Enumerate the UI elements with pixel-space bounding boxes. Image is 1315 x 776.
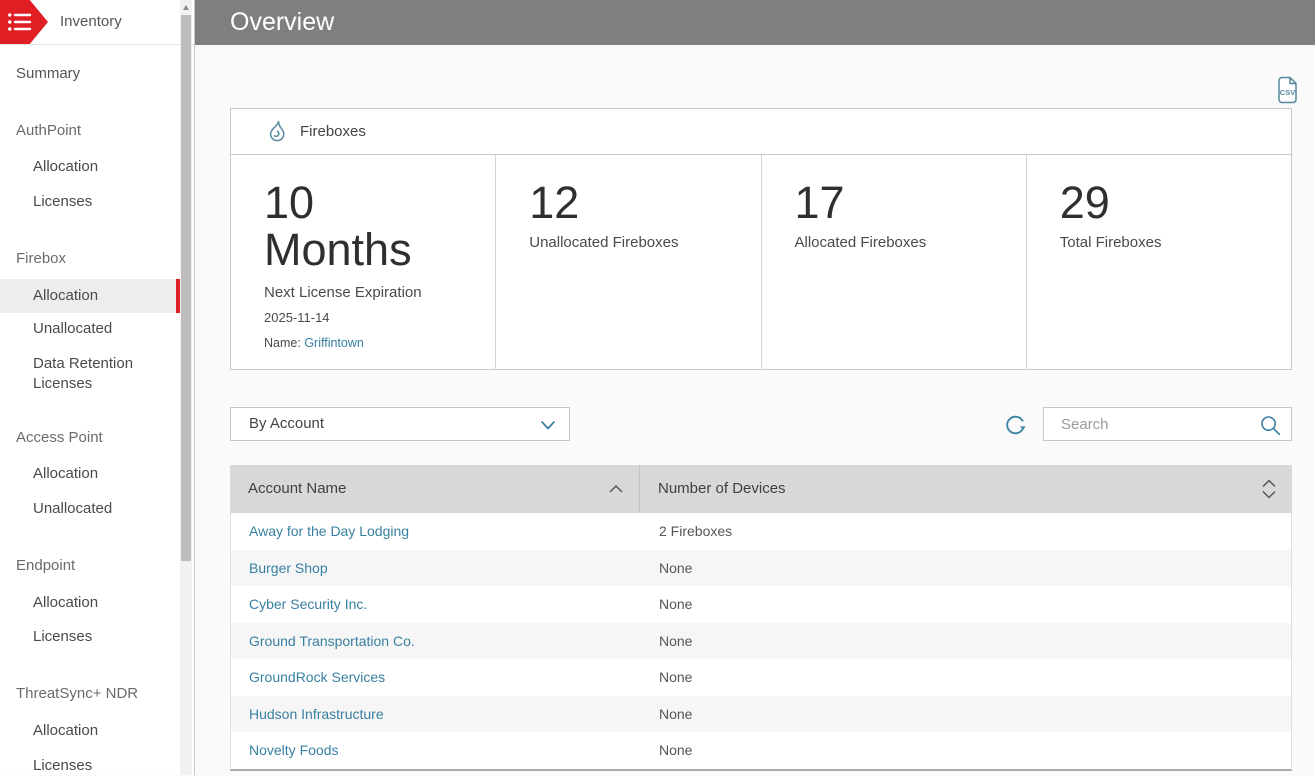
firebox-flame-icon bbox=[269, 120, 285, 142]
stat-label: Allocated Fireboxes bbox=[794, 234, 927, 252]
table-row: Ground Transportation Co. None bbox=[231, 622, 1291, 659]
account-link[interactable]: Novelty Foods bbox=[249, 742, 338, 758]
sidebar-item-firebox-allocation[interactable]: Allocation bbox=[0, 279, 181, 313]
sidebar-item-authpoint-allocation[interactable]: Allocation bbox=[0, 157, 181, 177]
column-header-account-name[interactable]: Account Name bbox=[230, 465, 640, 513]
table-body: Away for the Day Lodging 2 Fireboxes Bur… bbox=[230, 513, 1292, 771]
chevron-down-icon bbox=[541, 421, 555, 430]
sidebar-item-access-point-unallocated[interactable]: Unallocated bbox=[0, 499, 181, 519]
expiration-label: Next License Expiration bbox=[264, 283, 422, 301]
sidebar-section-access-point: Access Point bbox=[16, 429, 103, 446]
stat-next-license-expiration: 10 Months Next License Expiration 2025-1… bbox=[231, 155, 495, 370]
account-link[interactable]: Hudson Infrastructure bbox=[249, 706, 384, 722]
sidebar-section-authpoint: AuthPoint bbox=[16, 122, 82, 139]
stat-value: 12 bbox=[529, 177, 580, 228]
sidebar-section-endpoint: Endpoint bbox=[16, 557, 76, 574]
sidebar-section-threatsync-ndr: ThreatSync+ NDR bbox=[16, 685, 139, 702]
fireboxes-stats: 10 Months Next License Expiration 2025-1… bbox=[231, 155, 1291, 370]
table-row: Cyber Security Inc. None bbox=[231, 586, 1291, 623]
expiration-date: 2025-11-14 bbox=[264, 309, 330, 325]
sidebar: Inventory Summary AuthPoint Allocation L… bbox=[0, 0, 195, 775]
expiration-device-name: Name: Griffintown bbox=[264, 336, 485, 350]
name-label: Name: bbox=[264, 335, 301, 350]
sort-toggle-icon[interactable] bbox=[1262, 479, 1276, 499]
sidebar-section-firebox: Firebox bbox=[16, 250, 67, 267]
table-row: Away for the Day Lodging 2 Fireboxes bbox=[231, 513, 1291, 550]
sidebar-header: Inventory bbox=[0, 0, 194, 45]
table-row: Burger Shop None bbox=[231, 549, 1291, 586]
sidebar-item-firebox-data-retention-licenses[interactable]: Data Retention Licenses bbox=[0, 354, 160, 394]
refresh-button[interactable] bbox=[1003, 412, 1029, 438]
group-by-dropdown[interactable]: By Account bbox=[230, 407, 570, 441]
sidebar-item-threatsync-licenses[interactable]: Licenses bbox=[0, 756, 181, 776]
csv-file-icon: CSV bbox=[1278, 76, 1297, 104]
page-title: Overview bbox=[230, 8, 335, 36]
column-label: Account Name bbox=[248, 480, 347, 497]
table-row: Hudson Infrastructure None bbox=[231, 695, 1291, 732]
column-label: Number of Devices bbox=[658, 480, 786, 497]
device-count: 2 Fireboxes bbox=[659, 523, 733, 539]
stat-allocated-fireboxes: 17 Allocated Fireboxes bbox=[760, 155, 1026, 370]
sidebar-scrollbar[interactable] bbox=[180, 0, 192, 775]
sidebar-item-endpoint-licenses[interactable]: Licenses bbox=[0, 627, 181, 647]
device-name-link[interactable]: Griffintown bbox=[304, 336, 364, 350]
search-input[interactable] bbox=[1044, 408, 1254, 440]
search-box bbox=[1043, 407, 1292, 441]
expiration-value: 10 bbox=[264, 177, 315, 228]
stat-label: Total Fireboxes bbox=[1059, 234, 1162, 252]
sidebar-item-access-point-allocation[interactable]: Allocation bbox=[0, 464, 181, 484]
sidebar-item-firebox-unallocated[interactable]: Unallocated bbox=[0, 319, 181, 339]
search-icon[interactable] bbox=[1260, 415, 1281, 436]
scrollbar-up-arrow-icon[interactable] bbox=[180, 0, 192, 15]
sidebar-title: Inventory bbox=[60, 13, 122, 30]
sidebar-item-summary[interactable]: Summary bbox=[0, 64, 181, 84]
sidebar-item-endpoint-allocation[interactable]: Allocation bbox=[0, 593, 181, 613]
stat-label: Unallocated Fireboxes bbox=[529, 234, 679, 252]
account-link[interactable]: Ground Transportation Co. bbox=[249, 633, 415, 649]
sidebar-item-threatsync-allocation[interactable]: Allocation bbox=[0, 721, 181, 741]
stat-total-fireboxes: 29 Total Fireboxes bbox=[1025, 155, 1291, 370]
refresh-icon bbox=[1006, 415, 1026, 435]
table-row: Novelty Foods None bbox=[231, 732, 1291, 769]
main-content: CSV Fireboxes 10 Months Next License Exp… bbox=[195, 45, 1315, 775]
stat-value: 17 bbox=[794, 177, 845, 228]
account-link[interactable]: Cyber Security Inc. bbox=[249, 596, 367, 612]
expiration-unit: Months bbox=[264, 224, 412, 276]
topbar: Overview bbox=[195, 0, 1315, 45]
table-header: Account Name Number of Devices bbox=[230, 465, 1292, 513]
sidebar-item-authpoint-licenses[interactable]: Licenses bbox=[0, 192, 181, 212]
card-title: Fireboxes bbox=[300, 123, 366, 140]
device-count: None bbox=[659, 669, 693, 685]
account-link[interactable]: Away for the Day Lodging bbox=[249, 523, 409, 539]
svg-text:CSV: CSV bbox=[1280, 88, 1295, 97]
device-count: None bbox=[659, 596, 693, 612]
account-link[interactable]: GroundRock Services bbox=[249, 669, 385, 685]
column-header-number-of-devices[interactable]: Number of Devices bbox=[640, 465, 1292, 513]
stat-unallocated-fireboxes: 12 Unallocated Fireboxes bbox=[495, 155, 760, 370]
device-count: None bbox=[659, 559, 693, 576]
table-row: GroundRock Services None bbox=[231, 659, 1291, 696]
device-count: None bbox=[659, 742, 693, 758]
stat-value: 29 bbox=[1059, 177, 1110, 228]
inventory-flag bbox=[0, 0, 48, 44]
sort-ascending-icon[interactable] bbox=[609, 485, 623, 493]
fireboxes-card-header: Fireboxes bbox=[231, 109, 1291, 155]
device-count: None bbox=[659, 705, 693, 722]
menu-list-icon bbox=[8, 13, 32, 31]
scrollbar-thumb[interactable] bbox=[181, 15, 191, 561]
fireboxes-card: Fireboxes 10 Months Next License Expirat… bbox=[230, 108, 1292, 370]
device-count: None bbox=[659, 632, 693, 649]
dropdown-selected-value: By Account bbox=[249, 415, 325, 432]
account-link[interactable]: Burger Shop bbox=[249, 560, 328, 576]
export-csv-button[interactable]: CSV bbox=[1276, 76, 1300, 104]
accounts-table: Account Name Number of Devices Away for … bbox=[230, 465, 1292, 771]
